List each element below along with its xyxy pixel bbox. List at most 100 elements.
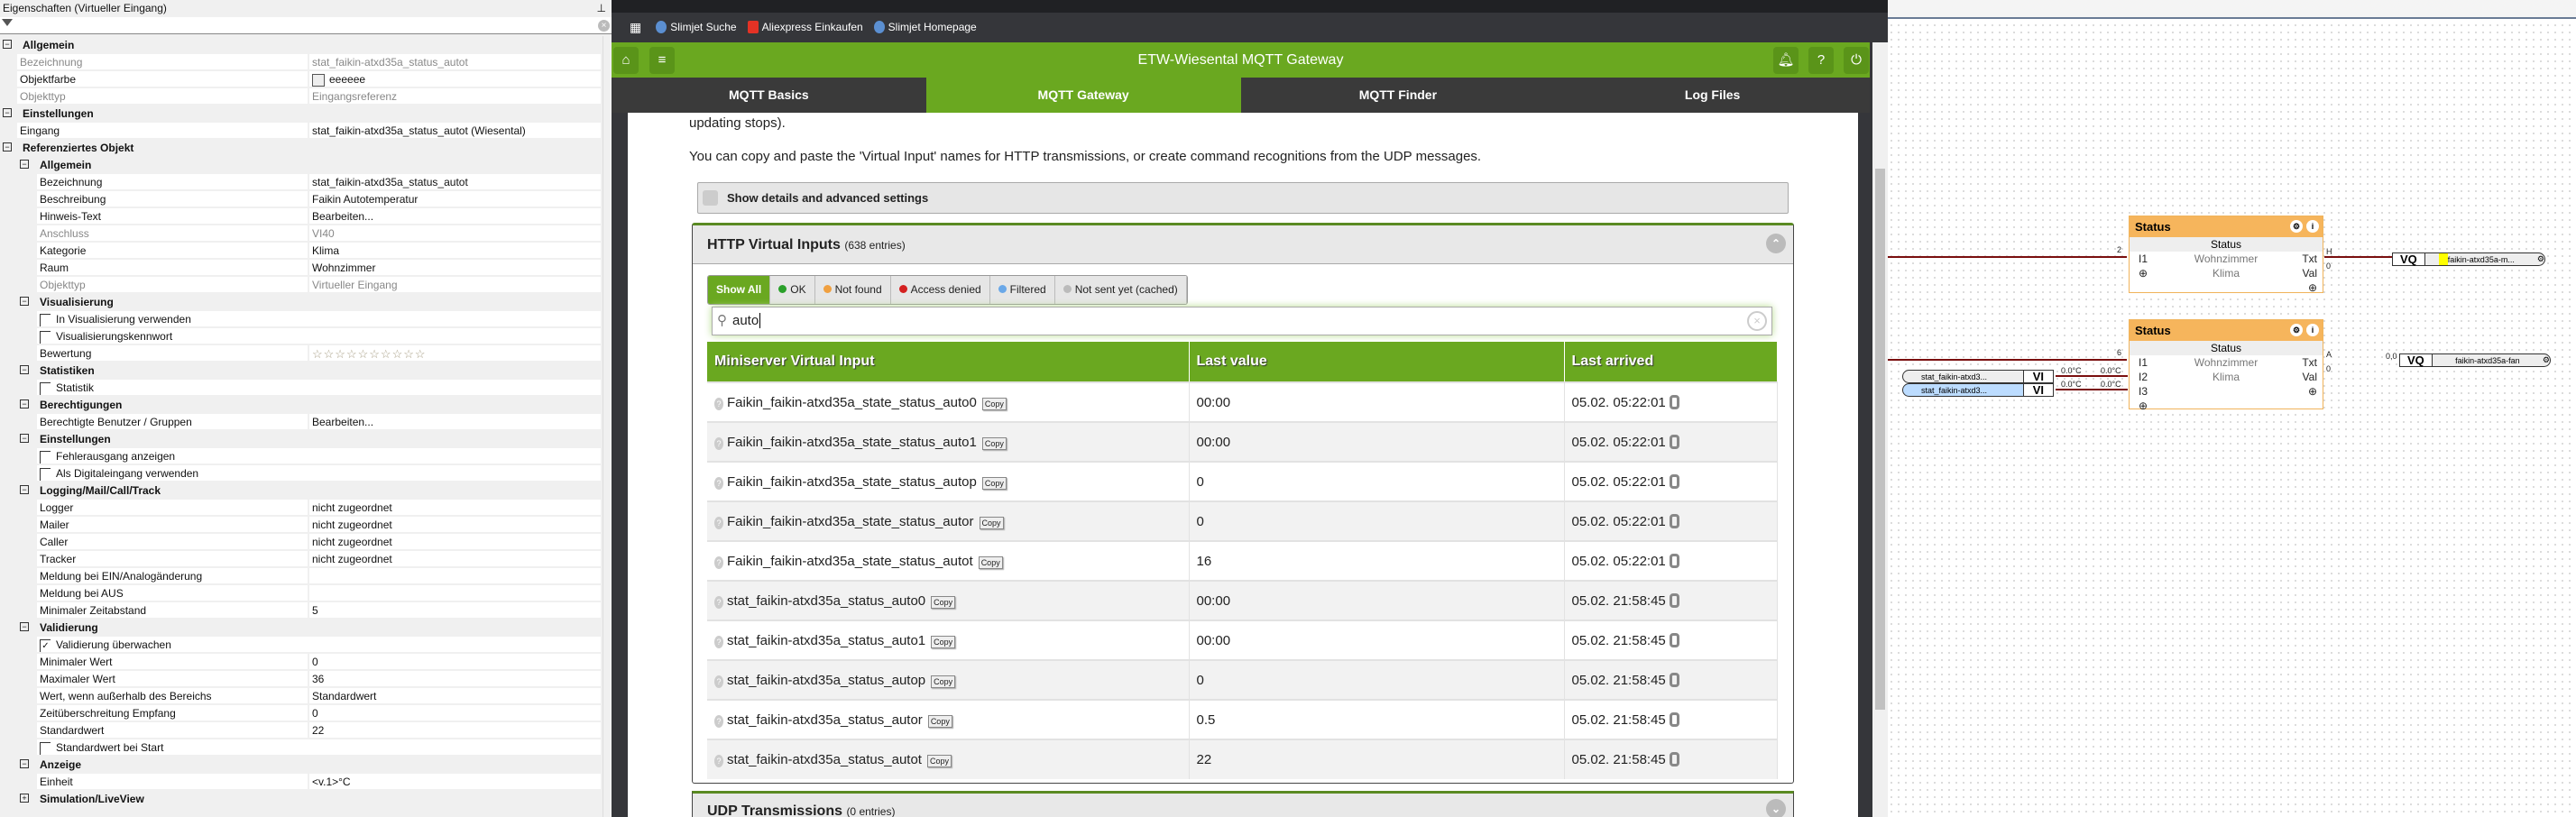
expand-chevron-down-icon[interactable]: ⌄ bbox=[1766, 799, 1786, 817]
virtual-input-2[interactable]: stat_faikin-atxd3... VI bbox=[1902, 383, 2054, 397]
property-row[interactable]: Zeitüberschreitung Empfang 0 bbox=[0, 704, 601, 721]
help-icon[interactable]: ? bbox=[714, 476, 723, 490]
checkbox-row[interactable]: ✓ Validierung überwachen bbox=[37, 637, 327, 652]
copy-button[interactable]: Copy bbox=[931, 595, 956, 609]
checkbox[interactable] bbox=[40, 450, 51, 464]
property-value-cell[interactable]: Eingangsreferenz bbox=[309, 88, 601, 104]
property-row[interactable]: Hinweis-Text Bearbeiten... bbox=[0, 207, 601, 225]
filter-tab[interactable]: Filtered bbox=[989, 276, 1055, 304]
trash-icon[interactable] bbox=[1669, 553, 1679, 568]
gear-icon[interactable]: ⚙ bbox=[2543, 355, 2550, 365]
status-block-2[interactable]: Status ⚙ i Status I1 Wohnzimmer Txt I2 Klima V… bbox=[2129, 319, 2323, 412]
property-value-cell[interactable]: Bearbeiten... bbox=[309, 208, 601, 224]
property-row[interactable]: Visualisierungskennwort bbox=[0, 327, 601, 344]
checkbox[interactable] bbox=[40, 741, 51, 755]
trash-icon[interactable] bbox=[1669, 752, 1679, 767]
collapse-icon[interactable]: − bbox=[20, 365, 29, 374]
property-value-cell[interactable] bbox=[309, 380, 601, 395]
property-value-cell[interactable]: nicht zugeordnet bbox=[309, 500, 601, 515]
trash-icon[interactable] bbox=[1669, 473, 1679, 489]
copy-button[interactable]: Copy bbox=[981, 436, 1007, 450]
property-row[interactable]: In Visualisierung verwenden bbox=[0, 310, 601, 327]
trash-icon[interactable] bbox=[1669, 434, 1679, 449]
property-value-cell[interactable] bbox=[309, 739, 601, 755]
property-value-cell[interactable]: <v.1>°C bbox=[309, 774, 601, 789]
property-category[interactable]: − Einstellungen bbox=[0, 105, 601, 122]
details-checkbox[interactable] bbox=[703, 190, 718, 206]
copy-button[interactable]: Copy bbox=[931, 675, 956, 688]
show-details-toggle[interactable]: Show details and advanced settings bbox=[697, 182, 1789, 214]
filter-tab[interactable]: Not found bbox=[814, 276, 891, 304]
property-value-cell[interactable]: Virtueller Eingang bbox=[309, 277, 601, 292]
property-row[interactable]: Eingang stat_faikin-atxd35a_status_autot … bbox=[0, 122, 601, 139]
trash-icon[interactable] bbox=[1669, 711, 1679, 727]
property-value-cell[interactable]: Klima bbox=[309, 243, 601, 258]
property-value-cell[interactable]: Standardwert bbox=[309, 688, 601, 703]
add-output-icon[interactable]: ⊕ bbox=[2308, 384, 2317, 399]
property-row[interactable]: Raum Wohnzimmer bbox=[0, 259, 601, 276]
help-icon[interactable]: ? bbox=[714, 436, 723, 450]
property-row[interactable]: Caller nicht zugeordnet bbox=[0, 533, 601, 550]
property-row[interactable]: Beschreibung Faikin Autotemperatur bbox=[0, 190, 601, 207]
property-row[interactable]: Bezeichnung stat_faikin-atxd35a_status_au… bbox=[0, 173, 601, 190]
property-category[interactable]: − Berechtigungen bbox=[0, 396, 601, 413]
property-value-cell[interactable]: 36 bbox=[309, 671, 601, 686]
copy-button[interactable]: Copy bbox=[979, 516, 1004, 529]
property-value-cell[interactable] bbox=[309, 585, 601, 601]
scrollbar-thumb[interactable] bbox=[1875, 169, 1885, 710]
property-row[interactable]: Als Digitaleingang verwenden bbox=[0, 464, 601, 482]
http-section-header[interactable]: HTTP Virtual Inputs (638 entries) ⌃ bbox=[693, 225, 1793, 264]
property-category[interactable]: − Einstellungen bbox=[0, 430, 601, 447]
copy-button[interactable]: Copy bbox=[981, 476, 1007, 490]
property-value-cell[interactable]: eeeeee bbox=[309, 71, 601, 87]
help-icon[interactable]: ? bbox=[714, 516, 723, 529]
checkbox-row[interactable]: In Visualisierung verwenden bbox=[37, 311, 327, 326]
page-scrollbar[interactable] bbox=[1872, 42, 1888, 817]
column-header-last-value[interactable]: Last value bbox=[1189, 342, 1565, 382]
checkbox[interactable] bbox=[40, 313, 51, 326]
property-value-cell[interactable]: stat_faikin-atxd35a_status_autot (Wiesen… bbox=[309, 123, 601, 138]
collapse-icon[interactable]: − bbox=[3, 142, 12, 151]
collapse-icon[interactable]: − bbox=[3, 108, 12, 117]
wire[interactable] bbox=[1888, 359, 2127, 361]
property-value-cell[interactable]: ☆☆☆☆☆☆☆☆☆☆ bbox=[309, 345, 601, 361]
property-value-cell[interactable]: 22 bbox=[309, 722, 601, 738]
property-row[interactable]: Objekttyp Eingangsreferenz bbox=[0, 87, 601, 105]
property-category[interactable]: − Allgemein bbox=[0, 156, 601, 173]
property-value-cell[interactable] bbox=[309, 448, 601, 464]
clear-filter-icon[interactable]: × bbox=[598, 20, 610, 32]
filter-tab[interactable]: Show All bbox=[708, 276, 771, 304]
clear-search-icon[interactable]: × bbox=[1747, 311, 1767, 331]
collapse-chevron-up-icon[interactable]: ⌃ bbox=[1766, 234, 1786, 253]
help-icon[interactable]: ? bbox=[714, 755, 723, 767]
tab-mqtt-basics[interactable]: MQTT Basics bbox=[612, 78, 926, 113]
trash-icon[interactable] bbox=[1669, 394, 1679, 409]
property-category[interactable]: − Logging/Mail/Call/Track bbox=[0, 482, 601, 499]
property-row[interactable]: Minimaler Wert 0 bbox=[0, 653, 601, 670]
collapse-icon[interactable]: − bbox=[20, 297, 29, 306]
collapse-icon[interactable]: − bbox=[20, 160, 29, 169]
property-value-cell[interactable]: 0 bbox=[309, 654, 601, 669]
property-value-cell[interactable]: nicht zugeordnet bbox=[309, 534, 601, 549]
property-value-cell[interactable]: Bearbeiten... bbox=[309, 414, 601, 429]
column-header-input[interactable]: Miniserver Virtual Input bbox=[707, 342, 1190, 382]
checkbox-row[interactable]: Fehlerausgang anzeigen bbox=[37, 448, 327, 464]
copy-button[interactable]: Copy bbox=[931, 635, 956, 648]
add-input-icon[interactable]: ⊕ bbox=[2139, 399, 2148, 413]
info-icon[interactable]: i bbox=[2306, 324, 2319, 336]
gear-icon[interactable]: ⚙ bbox=[2290, 324, 2303, 336]
property-row[interactable]: Objektfarbe eeeeee bbox=[0, 70, 601, 87]
filter-tab[interactable]: Not sent yet (cached) bbox=[1054, 276, 1187, 304]
copy-button[interactable]: Copy bbox=[978, 555, 1003, 569]
property-row[interactable]: Statistik bbox=[0, 379, 601, 396]
filter-tab[interactable]: OK bbox=[770, 276, 815, 304]
collapse-icon[interactable]: − bbox=[20, 399, 29, 408]
property-category[interactable]: − Allgemein bbox=[0, 36, 601, 53]
property-value-cell[interactable]: 5 bbox=[309, 602, 601, 618]
checkbox[interactable] bbox=[40, 467, 51, 481]
property-row[interactable]: Mailer nicht zugeordnet bbox=[0, 516, 601, 533]
collapse-icon[interactable]: − bbox=[20, 434, 29, 443]
property-row[interactable]: Minimaler Zeitabstand 5 bbox=[0, 601, 601, 619]
add-output-icon[interactable]: ⊕ bbox=[2308, 280, 2317, 295]
gear-icon[interactable]: ⚙ bbox=[2290, 220, 2303, 233]
